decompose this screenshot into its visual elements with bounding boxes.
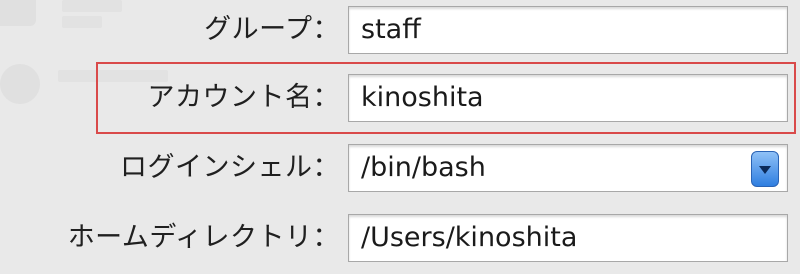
group-label: グループ： xyxy=(204,14,340,45)
dropdown-arrow-icon[interactable] xyxy=(751,151,779,187)
home-directory-field[interactable]: /Users/kinoshita xyxy=(348,214,788,262)
login-shell-row: ログインシェル： /bin/bash xyxy=(0,140,800,196)
login-shell-value: /bin/bash xyxy=(361,152,486,183)
home-directory-row: ホームディレクトリ： /Users/kinoshita xyxy=(0,210,800,266)
group-row: グループ： staff xyxy=(0,2,800,58)
account-name-field[interactable]: kinoshita xyxy=(348,74,788,122)
account-name-label: アカウント名： xyxy=(147,82,340,113)
group-field[interactable]: staff xyxy=(348,6,788,54)
account-name-row: アカウント名： kinoshita xyxy=(0,70,800,126)
home-directory-label: ホームディレクトリ： xyxy=(67,222,340,253)
login-shell-select[interactable]: /bin/bash xyxy=(348,144,788,192)
login-shell-label: ログインシェル： xyxy=(120,152,340,183)
